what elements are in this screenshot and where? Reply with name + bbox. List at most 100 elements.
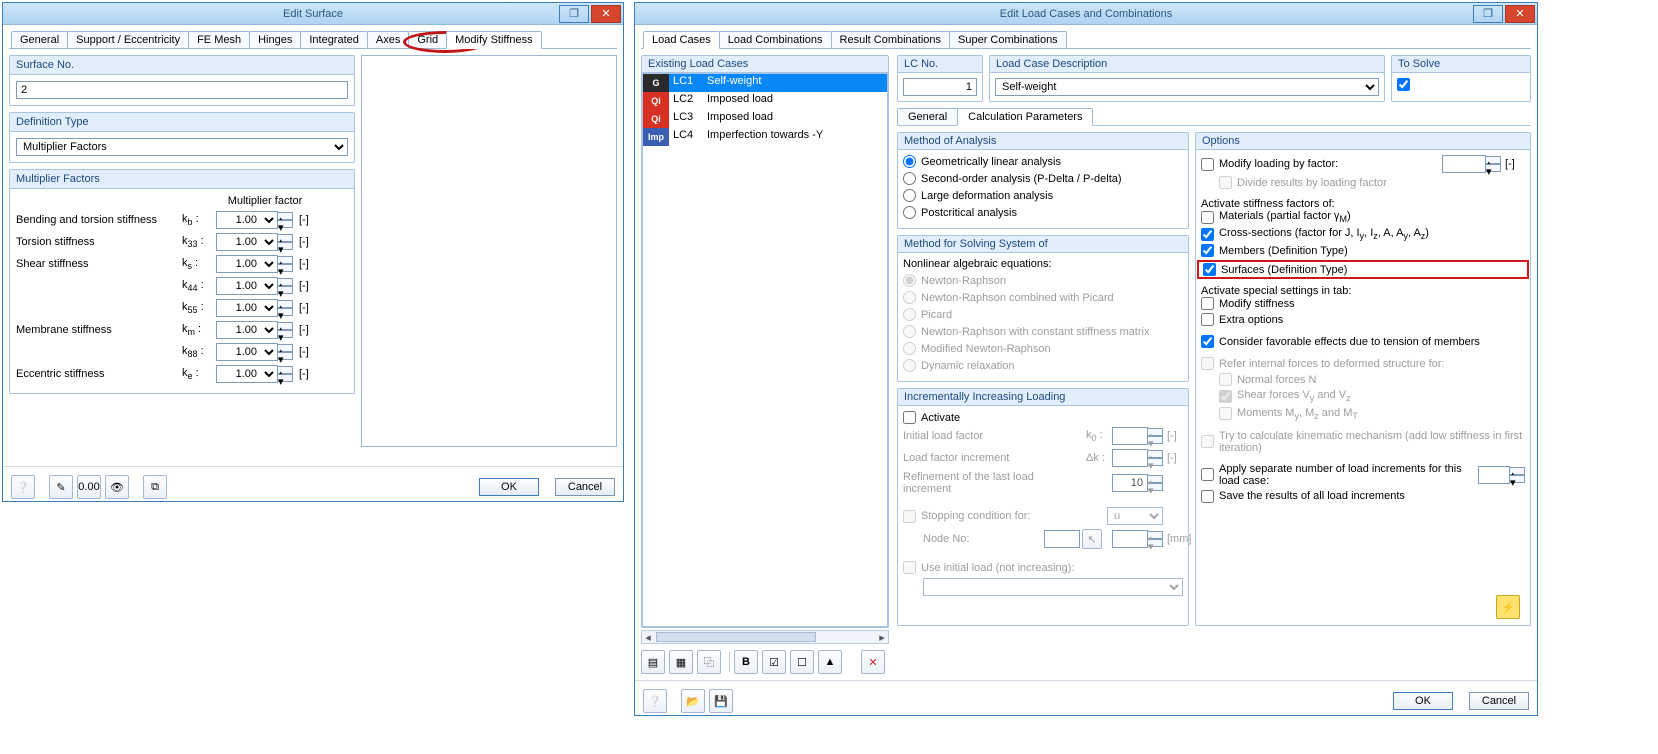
analysis-option[interactable]: Geometrically linear analysis — [903, 155, 1183, 168]
extend-button[interactable]: ⧉ — [143, 475, 167, 499]
load-case-row[interactable]: QiLC3Imposed load — [643, 110, 887, 128]
delete-lc-button[interactable]: ✕ — [861, 650, 885, 674]
spinner[interactable]: ▴▾ — [277, 366, 293, 382]
radio[interactable] — [903, 172, 916, 185]
ok-button[interactable]: OK — [479, 478, 539, 496]
spinner[interactable]: ▴▾ — [277, 234, 293, 250]
spinner[interactable]: ▴▾ — [277, 278, 293, 294]
mf-value-select[interactable]: 1.00 — [216, 365, 278, 383]
mf-column-header: Multiplier factor — [16, 195, 348, 207]
checkall-button[interactable]: ☑ — [762, 650, 786, 674]
horizontal-scrollbar[interactable]: ◂▸ — [641, 630, 889, 644]
definition-type-select[interactable]: Multiplier Factors — [16, 138, 348, 156]
new-lc-button[interactable]: ▤ — [641, 650, 665, 674]
spinner[interactable]: ▴▾ — [277, 256, 293, 272]
lc-desc: Imperfection towards -Y — [703, 128, 887, 146]
tab-hinges[interactable]: Hinges — [249, 31, 301, 48]
analysis-option[interactable]: Large deformation analysis — [903, 189, 1183, 202]
tab-fe-mesh[interactable]: FE Mesh — [188, 31, 250, 48]
node-no-input — [1044, 530, 1080, 548]
tab-general[interactable]: General — [11, 31, 68, 48]
lc-no-input[interactable] — [903, 78, 977, 96]
spinner[interactable]: ▴▾ — [277, 300, 293, 316]
mf-value-select[interactable]: 1.00 — [216, 233, 278, 251]
modify-loading-checkbox[interactable] — [1201, 158, 1214, 171]
titlebar[interactable]: Edit Load Cases and Combinations ❐ ✕ — [635, 3, 1537, 25]
mf-value-select[interactable]: 1.00 — [216, 321, 278, 339]
surfaces-checkbox[interactable] — [1203, 263, 1216, 276]
analysis-option[interactable]: Second-order analysis (P-Delta / P-delta… — [903, 172, 1183, 185]
apply-separate-checkbox[interactable] — [1201, 468, 1214, 481]
mf-k: k55 : — [182, 301, 216, 315]
tab-support-eccentricity[interactable]: Support / Eccentricity — [67, 31, 189, 48]
cancel-button[interactable]: Cancel — [555, 478, 615, 496]
restore-button[interactable]: ❐ — [1473, 5, 1503, 23]
to-solve-checkbox[interactable] — [1397, 78, 1410, 91]
tab-integrated[interactable]: Integrated — [300, 31, 368, 48]
activate-incremental-checkbox[interactable] — [903, 411, 916, 424]
ok-button[interactable]: OK — [1393, 692, 1453, 710]
bold-toggle[interactable]: B — [734, 650, 758, 674]
materials-checkbox[interactable] — [1201, 211, 1214, 224]
tab-super-combinations[interactable]: Super Combinations — [949, 31, 1067, 48]
units-button[interactable]: 0.00 — [77, 475, 101, 499]
help-button[interactable]: ❔ — [643, 689, 667, 713]
uncheckall-button[interactable]: ☐ — [790, 650, 814, 674]
close-button[interactable]: ✕ — [1505, 5, 1535, 23]
members-checkbox[interactable] — [1201, 244, 1214, 257]
lightning-button[interactable]: ⚡ — [1496, 595, 1520, 619]
group-header: Multiplier Factors — [10, 170, 354, 189]
subtab-calculation-parameters[interactable]: Calculation Parameters — [957, 108, 1093, 126]
help-button[interactable]: ❔ — [11, 475, 35, 499]
radio — [903, 308, 916, 321]
load-case-row[interactable]: ImpLC4Imperfection towards -Y — [643, 128, 887, 146]
tab-load-cases[interactable]: Load Cases — [643, 31, 720, 49]
modify-stiffness-checkbox[interactable] — [1201, 297, 1214, 310]
mf-value-select[interactable]: 1.00 — [216, 277, 278, 295]
analysis-option[interactable]: Postcritical analysis — [903, 206, 1183, 219]
titlebar[interactable]: Edit Surface ❐ ✕ — [3, 3, 623, 25]
lc-desc-select[interactable]: Self-weight — [995, 78, 1379, 96]
save-results-checkbox[interactable] — [1201, 490, 1214, 503]
mf-value-select[interactable]: 1.00 — [216, 299, 278, 317]
load-case-list[interactable]: GLC1Self-weightQiLC2Imposed loadQiLC3Imp… — [642, 73, 888, 627]
lc-tag: Qi — [643, 110, 669, 128]
mf-value-select[interactable]: 1.00 — [216, 211, 278, 229]
group-header: Surface No. — [10, 56, 354, 75]
close-button[interactable]: ✕ — [591, 5, 621, 23]
consider-favorable-checkbox[interactable] — [1201, 335, 1214, 348]
surface-no-group: Surface No. — [9, 55, 355, 106]
radio[interactable] — [903, 206, 916, 219]
radio[interactable] — [903, 189, 916, 202]
multiplier-factors-group: Multiplier Factors Multiplier factor Ben… — [9, 169, 355, 394]
tab-load-combinations[interactable]: Load Combinations — [719, 31, 832, 48]
surface-no-input[interactable] — [16, 81, 348, 99]
note-button[interactable]: ✎ — [49, 475, 73, 499]
cancel-button[interactable]: Cancel — [1469, 692, 1529, 710]
open-button[interactable]: 📂 — [681, 689, 705, 713]
lc-tag: G — [643, 74, 669, 92]
tab-result-combinations[interactable]: Result Combinations — [831, 31, 951, 48]
view-button[interactable]: 👁 — [105, 475, 129, 499]
tab-modify-stiffness[interactable]: Modify Stiffness — [446, 31, 541, 49]
mf-value-select[interactable]: 1.00 — [216, 343, 278, 361]
new-multi-button[interactable]: ▦ — [669, 650, 693, 674]
save-button[interactable]: 💾 — [709, 689, 733, 713]
load-case-row[interactable]: QiLC2Imposed load — [643, 92, 887, 110]
spinner[interactable]: ▴▾ — [277, 212, 293, 228]
radio[interactable] — [903, 155, 916, 168]
extra-options-checkbox[interactable] — [1201, 313, 1214, 326]
load-case-row[interactable]: GLC1Self-weight — [643, 74, 887, 92]
radio-label: Picard — [921, 309, 952, 321]
spinner[interactable]: ▴▾ — [277, 322, 293, 338]
mf-row: Eccentric stiffnesske :1.00▴▾[-] — [16, 365, 348, 383]
restore-button[interactable]: ❐ — [559, 5, 589, 23]
mf-value-select[interactable]: 1.00 — [216, 255, 278, 273]
solver-option: Newton-Raphson with constant stiffness m… — [903, 325, 1183, 338]
copy-lc-button[interactable]: ⿻ — [697, 650, 721, 674]
spinner[interactable]: ▴▾ — [277, 344, 293, 360]
subtab-general[interactable]: General — [897, 108, 958, 125]
group-header: Options — [1196, 133, 1530, 150]
cross-sections-checkbox[interactable] — [1201, 228, 1214, 241]
filter-button[interactable]: ▲ — [818, 650, 842, 674]
